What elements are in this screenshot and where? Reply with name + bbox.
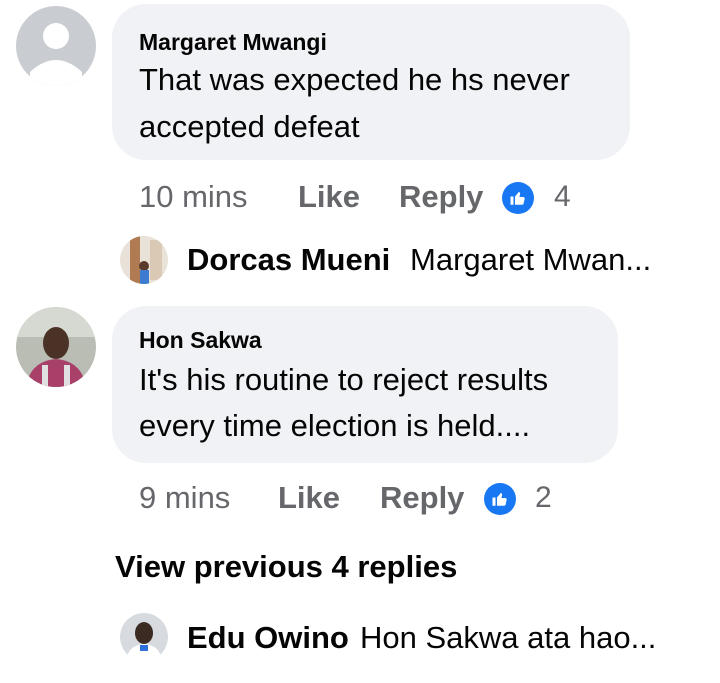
comment-avatar-hon-sakwa[interactable] (16, 307, 96, 387)
comment-text-line: It's his routine to reject results (139, 362, 549, 397)
reply-button[interactable]: Reply (399, 179, 483, 215)
comment-bubble[interactable]: Margaret Mwangi That was expected he hs … (112, 4, 630, 160)
default-avatar-icon (16, 6, 96, 86)
like-button[interactable]: Like (298, 179, 360, 215)
comment-author[interactable]: Hon Sakwa (139, 326, 262, 354)
thumbs-up-glyph-icon (492, 493, 507, 506)
view-previous-replies-link[interactable]: View previous 4 replies (115, 549, 457, 585)
like-button[interactable]: Like (278, 480, 340, 516)
comment-timestamp[interactable]: 10 mins (139, 179, 248, 215)
profile-photo-icon (16, 307, 96, 387)
comment-text-line: every time election is held.... (139, 408, 531, 443)
profile-photo-icon (120, 236, 168, 284)
reply-button[interactable]: Reply (380, 480, 464, 516)
comment-author[interactable]: Margaret Mwangi (139, 28, 327, 56)
comment-timestamp[interactable]: 9 mins (139, 480, 230, 516)
thumbs-up-glyph-icon (510, 192, 525, 205)
comment-text-line: accepted defeat (139, 109, 360, 144)
reply-author[interactable]: Edu Owino (187, 620, 349, 656)
reply-author[interactable]: Dorcas Mueni (187, 242, 390, 278)
reply-avatar-dorcas[interactable] (120, 236, 168, 284)
comment-avatar-margaret[interactable] (16, 6, 96, 86)
reaction-count[interactable]: 2 (535, 480, 552, 516)
thumbs-up-icon[interactable] (502, 182, 534, 214)
comment-bubble[interactable]: Hon Sakwa It's his routine to reject res… (112, 306, 618, 463)
profile-photo-icon (120, 613, 168, 661)
thumbs-up-icon[interactable] (484, 483, 516, 515)
reply-snippet[interactable]: Hon Sakwa ata hao... (360, 620, 656, 656)
reply-avatar-edu[interactable] (120, 613, 168, 661)
reply-snippet[interactable]: Margaret Mwan... (410, 242, 651, 278)
comment-text-line: That was expected he hs never (139, 62, 570, 97)
reaction-count[interactable]: 4 (554, 179, 571, 215)
